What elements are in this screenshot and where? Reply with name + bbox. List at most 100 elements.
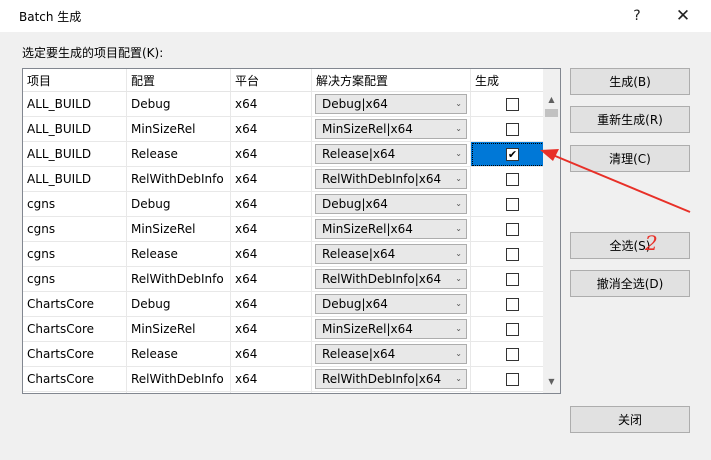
cell-build[interactable]: [470, 391, 555, 393]
solution-config-value: Debug|x64: [322, 197, 388, 211]
cell-build[interactable]: [470, 116, 555, 142]
project-config-grid[interactable]: 项目 配置 平台 解决方案配置 生成 ALL_BUILD Debug x64 Debu…: [22, 68, 561, 394]
column-header-build[interactable]: 生成: [470, 69, 555, 92]
cell-config: Debug: [126, 291, 231, 317]
cell-solution-config[interactable]: Debug|x64⌄: [311, 191, 471, 217]
solution-config-dropdown[interactable]: RelWithDebInfo|x64 ⌄: [315, 169, 467, 189]
cell-build[interactable]: [470, 166, 555, 192]
build-checkbox[interactable]: [506, 298, 519, 311]
table-row[interactable]: cgns MinSizeRel x64 MinSizeRel|x64 ⌄: [23, 216, 555, 242]
table-row[interactable]: cgns RelWithDebInfo x64 RelWithDebInfo|x64 ⌄: [23, 266, 555, 292]
build-checkbox[interactable]: [506, 248, 519, 261]
scroll-down-icon[interactable]: ▼: [543, 377, 560, 386]
cell-config: RelWithDebInfo: [126, 266, 231, 292]
column-header-project[interactable]: 项目: [23, 69, 127, 92]
solution-config-value: MinSizeRel|x64: [322, 122, 413, 136]
table-row[interactable]: ChartsCore Debug x64 Debug|x64 ⌄: [23, 291, 555, 317]
clean-button[interactable]: 清理(C): [570, 145, 690, 172]
build-checkbox[interactable]: [506, 373, 519, 386]
cell-build[interactable]: [470, 191, 555, 217]
help-icon[interactable]: ?: [617, 4, 657, 28]
build-checkbox[interactable]: [506, 223, 519, 236]
cell-solution-config[interactable]: Release|x64 ⌄: [311, 141, 471, 167]
column-header-config[interactable]: 配置: [126, 69, 231, 92]
solution-config-dropdown[interactable]: Debug|x64 ⌄: [315, 294, 467, 314]
table-row[interactable]: ALL_BUILD Release x64 Release|x64 ⌄ ✔: [23, 141, 555, 167]
cell-project: ALL_BUILD: [23, 166, 127, 192]
cell-config: RelWithDebInfo: [126, 166, 231, 192]
rebuild-button[interactable]: 重新生成(R): [570, 106, 690, 133]
solution-config-dropdown[interactable]: Release|x64 ⌄: [315, 344, 467, 364]
solution-config-value: Release|x64: [322, 347, 396, 361]
cell-build[interactable]: [470, 266, 555, 292]
table-row[interactable]: ChartsCore MinSizeRel x64 MinSizeRel|x64 ⌄: [23, 316, 555, 342]
cell-build[interactable]: [470, 341, 555, 367]
solution-config-dropdown[interactable]: RelWithDebInfo|x64 ⌄: [315, 369, 467, 389]
build-checkbox[interactable]: [506, 348, 519, 361]
solution-config-dropdown[interactable]: RelWithDebInfo|x64 ⌄: [315, 269, 467, 289]
build-checkbox[interactable]: [506, 98, 519, 111]
cell-build[interactable]: [470, 91, 555, 117]
scroll-up-icon[interactable]: ▲: [543, 95, 560, 104]
cell-build[interactable]: [470, 241, 555, 267]
table-row[interactable]: cgns Debug x64 Debug|x64 ⌄: [23, 191, 555, 217]
solution-config-value: MinSizeRel|x64: [322, 222, 413, 236]
window-title: Batch 生成: [19, 10, 82, 24]
build-checkbox[interactable]: [506, 173, 519, 186]
close-icon[interactable]: ✕: [663, 4, 703, 28]
cell-solution-config[interactable]: Debug|x64⌄: [311, 91, 471, 117]
column-header-solution-config[interactable]: 解决方案配置: [311, 69, 471, 92]
cell-build[interactable]: ✔: [470, 141, 555, 167]
solution-config-dropdown[interactable]: Debug|x64 ⌄: [315, 94, 467, 114]
cell-solution-config[interactable]: RelWithDebInfo|x64 ⌄: [311, 166, 471, 192]
table-row[interactable]: ChartsCore Release x64 Release|x64 ⌄: [23, 341, 555, 367]
cell-solution-config[interactable]: Debug|x64⌄: [311, 291, 471, 317]
build-checkbox[interactable]: [506, 123, 519, 136]
column-header-platform[interactable]: 平台: [230, 69, 312, 92]
build-checkbox[interactable]: [506, 273, 519, 286]
cell-build[interactable]: [470, 366, 555, 392]
solution-config-value: Debug|x64: [322, 297, 388, 311]
cell-solution-config[interactable]: RelWithDebInfo|x64 ⌄: [311, 266, 471, 292]
cell-build[interactable]: [470, 216, 555, 242]
chevron-down-icon: ⌄: [455, 249, 462, 258]
solution-config-dropdown[interactable]: Release|x64 ⌄: [315, 244, 467, 264]
cell-solution-config[interactable]: MinSizeRel|x64 ⌄: [311, 316, 471, 342]
cell-solution-config[interactable]: RelWithDebInfo|x64 ⌄: [311, 366, 471, 392]
cell-solution-config[interactable]: MinSizeRel|x64 ⌄: [311, 216, 471, 242]
deselect-all-button[interactable]: 撤消全选(D): [570, 270, 690, 297]
close-button[interactable]: 关闭: [570, 406, 690, 433]
table-row[interactable]: CommonCodeDebugx64Debug|x64⌄: [23, 391, 555, 393]
table-row[interactable]: ALL_BUILD MinSizeRel x64 MinSizeRel|x64 ⌄: [23, 116, 555, 142]
cell-solution-config[interactable]: Debug|x64⌄: [311, 391, 471, 393]
cell-solution-config[interactable]: Release|x64 ⌄: [311, 341, 471, 367]
table-row[interactable]: cgns Release x64 Release|x64 ⌄: [23, 241, 555, 267]
build-checkbox[interactable]: [506, 198, 519, 211]
build-button[interactable]: 生成(B): [570, 68, 690, 95]
table-row[interactable]: ALL_BUILD Debug x64 Debug|x64 ⌄: [23, 91, 555, 117]
solution-config-dropdown[interactable]: Debug|x64 ⌄: [315, 194, 467, 214]
cell-platform: x64: [230, 316, 312, 342]
cell-solution-config[interactable]: MinSizeRel|x64 ⌄: [311, 116, 471, 142]
solution-config-dropdown[interactable]: Release|x64 ⌄: [315, 144, 467, 164]
solution-config-dropdown[interactable]: MinSizeRel|x64 ⌄: [315, 319, 467, 339]
title-bar: Batch 生成 ? ✕: [0, 0, 711, 32]
solution-config-dropdown[interactable]: MinSizeRel|x64 ⌄: [315, 119, 467, 139]
build-checkbox[interactable]: [506, 323, 519, 336]
scroll-thumb[interactable]: [545, 109, 558, 117]
cell-config: Debug: [126, 391, 231, 393]
cell-build[interactable]: [470, 316, 555, 342]
solution-config-dropdown[interactable]: MinSizeRel|x64 ⌄: [315, 219, 467, 239]
cell-platform: x64: [230, 341, 312, 367]
solution-config-value: RelWithDebInfo|x64: [322, 172, 442, 186]
cell-project: cgns: [23, 266, 127, 292]
build-checkbox[interactable]: ✔: [506, 148, 519, 161]
table-row[interactable]: ChartsCore RelWithDebInfo x64 RelWithDebInf…: [23, 366, 555, 392]
select-all-button[interactable]: 全选(S): [570, 232, 690, 259]
cell-build[interactable]: [470, 291, 555, 317]
table-row[interactable]: ALL_BUILD RelWithDebInfo x64 RelWithDebInfo…: [23, 166, 555, 192]
cell-project: cgns: [23, 241, 127, 267]
vertical-scrollbar[interactable]: ▲ ▼: [543, 69, 560, 393]
cell-solution-config[interactable]: Release|x64 ⌄: [311, 241, 471, 267]
cell-project: cgns: [23, 191, 127, 217]
